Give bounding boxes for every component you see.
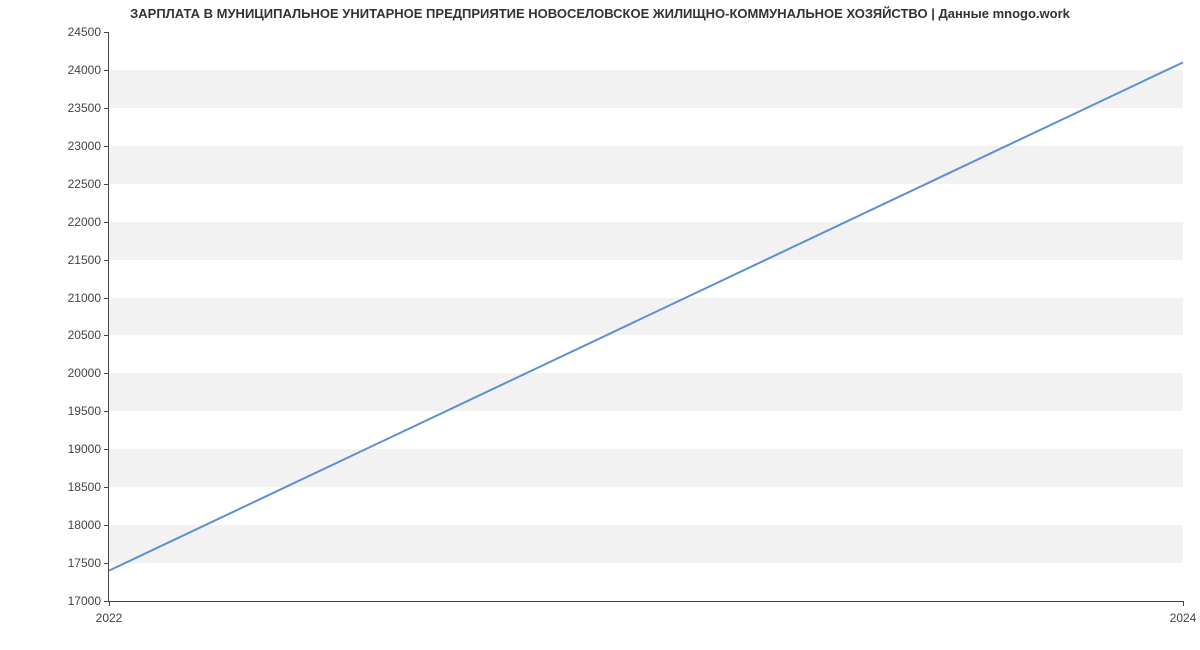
y-tick-mark (104, 487, 109, 488)
y-tick-label: 24000 (68, 63, 101, 77)
y-tick-mark (104, 260, 109, 261)
y-tick-label: 23000 (68, 139, 101, 153)
y-tick-label: 22500 (68, 177, 101, 191)
line-layer (109, 32, 1183, 601)
y-tick-label: 20500 (68, 328, 101, 342)
y-tick-mark (104, 449, 109, 450)
y-tick-mark (104, 222, 109, 223)
y-tick-label: 24500 (68, 25, 101, 39)
y-tick-mark (104, 563, 109, 564)
x-tick-label: 2024 (1170, 611, 1197, 625)
y-tick-label: 18000 (68, 518, 101, 532)
y-tick-mark (104, 108, 109, 109)
y-tick-label: 18500 (68, 480, 101, 494)
x-tick-mark (1183, 601, 1184, 606)
plot-inner: 1700017500180001850019000195002000020500… (109, 32, 1183, 601)
y-tick-label: 21000 (68, 291, 101, 305)
y-tick-label: 17000 (68, 594, 101, 608)
y-tick-label: 22000 (68, 215, 101, 229)
y-tick-label: 17500 (68, 556, 101, 570)
y-tick-mark (104, 298, 109, 299)
y-tick-label: 19500 (68, 404, 101, 418)
x-tick-mark (109, 601, 110, 606)
y-tick-mark (104, 184, 109, 185)
x-tick-label: 2022 (96, 611, 123, 625)
y-tick-mark (104, 411, 109, 412)
y-tick-label: 21500 (68, 253, 101, 267)
y-tick-label: 23500 (68, 101, 101, 115)
y-tick-label: 19000 (68, 442, 101, 456)
y-tick-mark (104, 70, 109, 71)
y-tick-mark (104, 525, 109, 526)
y-tick-mark (104, 373, 109, 374)
y-tick-mark (104, 335, 109, 336)
plot-area: 1700017500180001850019000195002000020500… (108, 32, 1183, 602)
y-tick-mark (104, 32, 109, 33)
y-tick-mark (104, 146, 109, 147)
data-line (109, 62, 1183, 570)
y-tick-label: 20000 (68, 366, 101, 380)
chart-container: ЗАРПЛАТА В МУНИЦИПАЛЬНОЕ УНИТАРНОЕ ПРЕДП… (0, 0, 1200, 650)
chart-title: ЗАРПЛАТА В МУНИЦИПАЛЬНОЕ УНИТАРНОЕ ПРЕДП… (0, 6, 1200, 21)
